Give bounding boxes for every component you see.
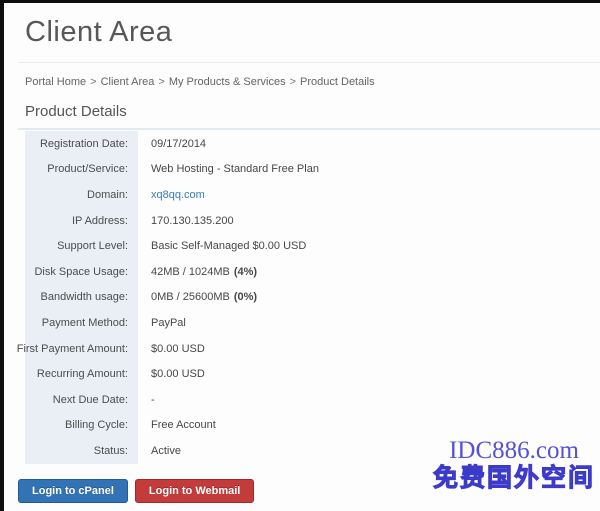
field-label: Billing Cycle: xyxy=(25,413,138,439)
watermark-chinese-text: 免费国外空间 xyxy=(433,465,595,494)
field-label: Payment Method: xyxy=(25,310,138,336)
login-to-cpanel-button[interactable]: Login to cPanel xyxy=(18,479,128,503)
field-label: IP Address: xyxy=(25,208,138,234)
field-value: $0.00 USD xyxy=(138,343,205,355)
page-title: Client Area xyxy=(25,16,172,49)
field-value-text: - xyxy=(151,394,155,406)
field-value: Basic Self-Managed $0.00 USD xyxy=(138,240,306,252)
field-label: Disk Space Usage: xyxy=(25,259,138,285)
table-row-next-due-date: Next Due Date: - xyxy=(25,387,600,413)
field-value: $0.00 USD xyxy=(138,368,205,380)
breadcrumb-link-my-products-services[interactable]: My Products & Services xyxy=(169,76,286,88)
field-value: - xyxy=(138,394,155,406)
table-row-first-payment-amount: First Payment Amount: $0.00 USD xyxy=(25,336,600,362)
field-label: Bandwidth usage: xyxy=(25,285,138,311)
field-value-text: 170.130.135.200 xyxy=(151,215,234,227)
field-value: 42MB / 1024MB (4%) xyxy=(138,266,257,278)
breadcrumb-separator: > xyxy=(158,76,164,88)
table-row-product-service: Product/Service: Web Hosting - Standard … xyxy=(25,157,600,183)
table-row-support-level: Support Level: Basic Self-Managed $0.00 … xyxy=(25,233,600,259)
product-details-table: Registration Date: 09/17/2014 Product/Se… xyxy=(25,131,600,464)
field-value-percent: (4%) xyxy=(234,266,257,278)
table-row-bandwidth-usage: Bandwidth usage: 0MB / 25600MB (0%) xyxy=(25,285,600,311)
field-value-text: Basic Self-Managed $0.00 USD xyxy=(151,240,306,252)
field-value-text: Free Account xyxy=(151,419,216,431)
domain-link[interactable]: xq8qq.com xyxy=(151,189,205,201)
window-edge-left xyxy=(0,0,4,511)
breadcrumb-current-product-details: Product Details xyxy=(300,76,375,88)
field-value-text: PayPal xyxy=(151,317,186,329)
table-row-registration-date: Registration Date: 09/17/2014 xyxy=(25,131,600,157)
field-label: Status: xyxy=(25,438,138,464)
field-label: Domain: xyxy=(25,182,138,208)
field-value-text: Web Hosting - Standard Free Plan xyxy=(151,163,319,175)
breadcrumb-link-portal-home[interactable]: Portal Home xyxy=(25,76,86,88)
login-to-webmail-button[interactable]: Login to Webmail xyxy=(135,479,254,503)
action-button-bar: Login to cPanel Login to Webmail xyxy=(18,479,254,503)
field-value-text: 09/17/2014 xyxy=(151,138,206,150)
field-value-text: $0.00 USD xyxy=(151,343,205,355)
field-value: 0MB / 25600MB (0%) xyxy=(138,291,257,303)
field-value-text: $0.00 USD xyxy=(151,368,205,380)
field-value: Active xyxy=(138,445,181,457)
field-label: Support Level: xyxy=(25,233,138,259)
status-value: Active xyxy=(151,445,181,457)
field-value: 09/17/2014 xyxy=(138,138,206,150)
header-divider xyxy=(18,62,600,63)
field-label: Product/Service: xyxy=(25,157,138,183)
field-value: Free Account xyxy=(138,419,216,431)
field-value: PayPal xyxy=(138,317,186,329)
field-value: Web Hosting - Standard Free Plan xyxy=(138,163,319,175)
field-label: Next Due Date: xyxy=(25,387,138,413)
section-title: Product Details xyxy=(18,103,600,130)
table-row-domain: Domain: xq8qq.com xyxy=(25,182,600,208)
field-value-percent: (0%) xyxy=(234,291,257,303)
breadcrumb-link-client-area[interactable]: Client Area xyxy=(101,76,155,88)
field-value-text: 42MB / 1024MB xyxy=(151,266,230,278)
field-label: First Payment Amount: xyxy=(25,336,138,362)
field-label: Registration Date: xyxy=(25,131,138,157)
field-value: 170.130.135.200 xyxy=(138,215,234,227)
table-row-payment-method: Payment Method: PayPal xyxy=(25,310,600,336)
field-value: xq8qq.com xyxy=(138,189,205,201)
table-row-billing-cycle: Billing Cycle: Free Account xyxy=(25,413,600,439)
table-row-disk-space-usage: Disk Space Usage: 42MB / 1024MB (4%) xyxy=(25,259,600,285)
table-row-recurring-amount: Recurring Amount: $0.00 USD xyxy=(25,361,600,387)
table-row-status: Status: Active xyxy=(25,438,600,464)
breadcrumb-separator: > xyxy=(290,76,296,88)
breadcrumb: Portal Home>Client Area>My Products & Se… xyxy=(25,76,375,88)
table-row-ip-address: IP Address: 170.130.135.200 xyxy=(25,208,600,234)
breadcrumb-separator: > xyxy=(90,76,96,88)
window-edge-top xyxy=(0,0,600,3)
field-value-text: 0MB / 25600MB xyxy=(151,291,230,303)
field-label: Recurring Amount: xyxy=(25,361,138,387)
